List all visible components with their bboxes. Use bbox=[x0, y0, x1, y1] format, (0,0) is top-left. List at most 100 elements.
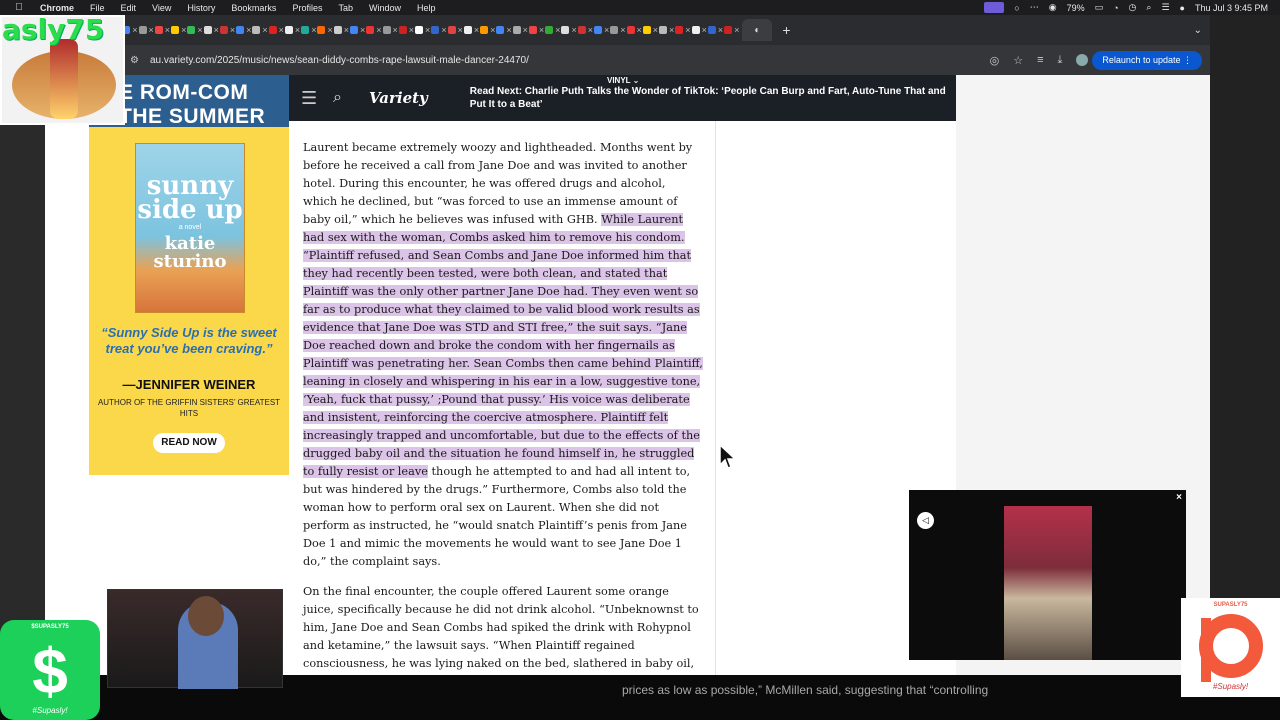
tab-favicon[interactable] bbox=[219, 26, 228, 34]
close-icon[interactable]: × bbox=[506, 25, 511, 35]
close-icon[interactable]: × bbox=[393, 25, 398, 35]
close-icon[interactable]: × bbox=[360, 25, 365, 35]
menu-help[interactable]: Help bbox=[417, 3, 436, 13]
hamburger-menu-icon[interactable]: ☰ bbox=[301, 88, 321, 109]
close-icon[interactable]: × bbox=[246, 25, 251, 35]
tab-groups-icon[interactable]: ≡ bbox=[1037, 54, 1043, 66]
tab-favicon[interactable] bbox=[447, 26, 456, 34]
menu-edit[interactable]: Edit bbox=[121, 3, 137, 13]
url-field[interactable]: au.variety.com/2025/music/news/sean-didd… bbox=[150, 55, 529, 66]
close-icon[interactable]: × bbox=[458, 25, 463, 35]
search-icon[interactable]: ⌕ bbox=[333, 89, 353, 107]
close-icon[interactable]: × bbox=[165, 25, 170, 35]
tab-favicon[interactable] bbox=[187, 26, 196, 34]
close-icon[interactable]: × bbox=[262, 25, 267, 35]
menu-tab[interactable]: Tab bbox=[338, 3, 353, 13]
read-now-button[interactable]: READ NOW bbox=[153, 433, 225, 453]
dots-icon[interactable]: ⋯ bbox=[1030, 2, 1039, 13]
vinyl-menu[interactable]: VINYL ⌄ bbox=[607, 76, 639, 85]
close-icon[interactable]: × bbox=[311, 25, 316, 35]
close-icon[interactable]: × bbox=[327, 25, 332, 35]
screen-record-icon[interactable] bbox=[984, 2, 1005, 13]
menu-file[interactable]: File bbox=[90, 3, 105, 13]
site-info-icon[interactable]: ⚙ bbox=[130, 55, 144, 66]
close-icon[interactable]: × bbox=[279, 25, 284, 35]
close-icon[interactable]: × bbox=[571, 25, 576, 35]
close-icon[interactable]: × bbox=[539, 25, 544, 35]
close-icon[interactable]: × bbox=[1176, 492, 1182, 503]
tab-favicon[interactable] bbox=[203, 26, 212, 34]
tab-favicon[interactable] bbox=[675, 26, 684, 34]
menu-view[interactable]: View bbox=[152, 3, 171, 13]
tab-favicon[interactable] bbox=[496, 26, 505, 34]
close-icon[interactable]: × bbox=[490, 25, 495, 35]
close-icon[interactable]: × bbox=[604, 25, 609, 35]
tab-favicon[interactable] bbox=[138, 26, 147, 34]
tab-favicon[interactable] bbox=[431, 26, 440, 34]
download-icon[interactable]: ⤓ bbox=[1058, 54, 1063, 67]
datetime[interactable]: Thu Jul 3 9:45 PM bbox=[1195, 3, 1268, 13]
close-icon[interactable]: × bbox=[441, 25, 446, 35]
tab-favicon[interactable] bbox=[707, 26, 716, 34]
tab-favicon[interactable] bbox=[268, 26, 277, 34]
close-icon[interactable]: × bbox=[474, 25, 479, 35]
close-icon[interactable]: × bbox=[181, 25, 186, 35]
close-icon[interactable]: × bbox=[620, 25, 625, 35]
tab-favicon[interactable] bbox=[333, 26, 342, 34]
tab-favicon[interactable] bbox=[236, 26, 245, 34]
close-icon[interactable]: × bbox=[197, 25, 202, 35]
tab-favicon[interactable] bbox=[382, 26, 391, 34]
battery-icon[interactable]: ▭ bbox=[1095, 2, 1104, 13]
close-icon[interactable]: × bbox=[376, 25, 381, 35]
close-icon[interactable]: × bbox=[132, 25, 137, 35]
tab-favicon[interactable] bbox=[659, 26, 668, 34]
close-icon[interactable]: × bbox=[669, 25, 674, 35]
tab-favicon[interactable] bbox=[561, 26, 570, 34]
tab-favicon[interactable] bbox=[610, 26, 619, 34]
tab-favicon[interactable] bbox=[171, 26, 180, 34]
close-icon[interactable]: × bbox=[702, 25, 707, 35]
site-logo[interactable]: Variety bbox=[369, 89, 428, 107]
control-center-icon[interactable]: ☰ bbox=[1161, 2, 1169, 13]
tab-favicon[interactable] bbox=[154, 26, 163, 34]
tab-favicon[interactable] bbox=[528, 26, 537, 34]
tab-favicon[interactable] bbox=[642, 26, 651, 34]
tab-favicon[interactable] bbox=[366, 26, 375, 34]
wifi-icon[interactable]: ◔ bbox=[1113, 3, 1118, 13]
close-icon[interactable]: × bbox=[734, 25, 739, 35]
close-icon[interactable]: × bbox=[588, 25, 593, 35]
tab-favicon[interactable] bbox=[626, 26, 635, 34]
close-icon[interactable]: × bbox=[637, 25, 642, 35]
tab-favicon[interactable] bbox=[284, 26, 293, 34]
battery-percent[interactable]: 79% bbox=[1067, 3, 1085, 13]
eye-off-icon[interactable]: ◎ bbox=[990, 54, 1000, 67]
menu-history[interactable]: History bbox=[187, 3, 215, 13]
profile-avatar[interactable] bbox=[1076, 54, 1089, 66]
close-icon[interactable]: × bbox=[718, 25, 723, 35]
tab-favicon[interactable] bbox=[577, 26, 586, 34]
siri-icon[interactable]: ● bbox=[1180, 3, 1185, 13]
close-icon[interactable]: × bbox=[295, 25, 300, 35]
menu-window[interactable]: Window bbox=[369, 3, 401, 13]
tab-favicon[interactable] bbox=[349, 26, 358, 34]
close-icon[interactable]: × bbox=[409, 25, 414, 35]
menu-app-name[interactable]: Chrome bbox=[40, 3, 74, 13]
video-frame[interactable] bbox=[1004, 506, 1092, 660]
close-icon[interactable]: × bbox=[214, 25, 219, 35]
read-next-link[interactable]: Read Next: Charlie Puth Talks the Wonder… bbox=[470, 85, 950, 111]
tab-favicon[interactable] bbox=[545, 26, 554, 34]
tab-favicon[interactable] bbox=[415, 26, 424, 34]
tab-favicon[interactable] bbox=[724, 26, 733, 34]
bookmark-star-icon[interactable]: ☆ bbox=[1013, 54, 1023, 67]
search-icon[interactable]: ⌕ bbox=[1146, 2, 1151, 13]
tab-favicon[interactable] bbox=[480, 26, 489, 34]
menu-bookmarks[interactable]: Bookmarks bbox=[231, 3, 276, 13]
new-tab-icon[interactable]: + bbox=[782, 22, 790, 38]
active-tab[interactable]: ◐ bbox=[742, 19, 773, 41]
mute-icon[interactable]: ◁ bbox=[917, 512, 934, 529]
close-icon[interactable]: × bbox=[344, 25, 349, 35]
tab-favicon[interactable] bbox=[593, 26, 602, 34]
tab-favicon[interactable] bbox=[317, 26, 326, 34]
tab-search-chevron-icon[interactable]: ⌄ bbox=[1194, 25, 1202, 36]
tab-favicon[interactable] bbox=[463, 26, 472, 34]
